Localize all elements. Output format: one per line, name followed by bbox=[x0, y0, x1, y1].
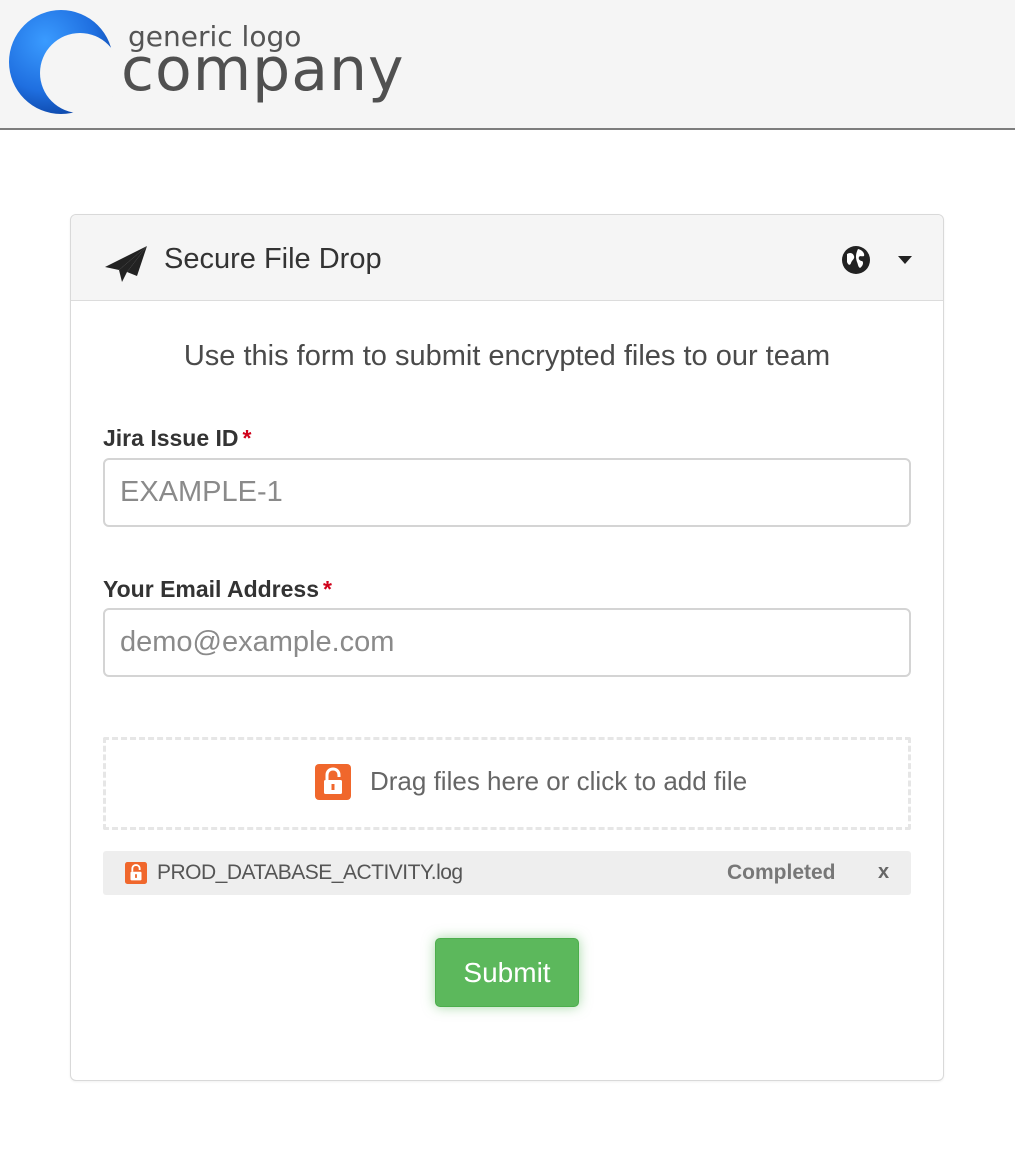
form-intro: Use this form to submit encrypted files … bbox=[183, 340, 831, 372]
top-bar: generic logo company bbox=[0, 0, 1015, 130]
paper-plane-icon bbox=[105, 246, 147, 282]
file-status: Completed bbox=[727, 861, 836, 884]
panel-header: Secure File Drop bbox=[71, 215, 943, 301]
required-mark: * bbox=[323, 576, 332, 602]
company-logo-icon bbox=[9, 10, 116, 114]
globe-icon bbox=[842, 246, 870, 274]
dropzone-text: Drag files here or click to add file bbox=[370, 766, 748, 796]
required-mark: * bbox=[242, 425, 252, 451]
file-list-item: PROD_DATABASE_ACTIVITY.log Completed x bbox=[103, 851, 911, 895]
language-dropdown[interactable] bbox=[841, 245, 921, 275]
jira-issue-input[interactable] bbox=[103, 458, 911, 527]
email-label: Your Email Address * bbox=[103, 576, 332, 603]
lock-icon bbox=[315, 764, 351, 800]
email-label-text: Your Email Address bbox=[103, 576, 320, 602]
panel-title: Secure File Drop bbox=[164, 243, 382, 275]
chevron-down-icon bbox=[898, 256, 912, 264]
email-input[interactable] bbox=[103, 608, 911, 677]
submit-button[interactable]: Submit bbox=[435, 938, 579, 1007]
jira-issue-label-text: Jira Issue ID bbox=[103, 425, 239, 451]
file-dropzone[interactable]: Drag files here or click to add file bbox=[103, 737, 911, 830]
jira-issue-label: Jira Issue ID * bbox=[103, 425, 251, 452]
logo-wordmark: company bbox=[121, 35, 405, 105]
file-name: PROD_DATABASE_ACTIVITY.log bbox=[157, 861, 463, 884]
file-drop-panel: Secure File Drop Use this form to submit… bbox=[70, 214, 944, 1081]
lock-icon bbox=[125, 862, 147, 884]
remove-file-button[interactable]: x bbox=[878, 861, 889, 884]
